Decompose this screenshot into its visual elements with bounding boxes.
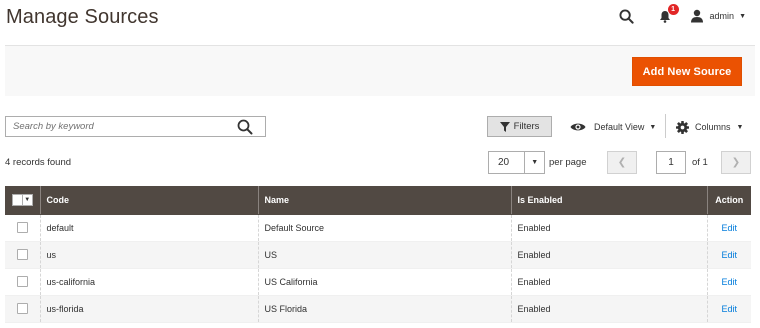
row-checkbox[interactable] [16,222,28,234]
eye-icon [570,123,586,131]
table-row: us US Enabled Edit [5,241,751,269]
grid-header-row: ▼ Code Name Is Enabled Action [5,186,751,215]
total-pages-label: of 1 [692,157,708,168]
caret-down-icon: ▼ [649,123,657,131]
search-submit-button[interactable] [237,119,253,135]
column-header-name[interactable]: Name [258,186,512,215]
notifications-button[interactable]: 1 [656,4,679,25]
row-checkbox[interactable] [16,303,28,315]
search-input[interactable] [6,117,226,136]
user-name: admin [709,11,735,21]
columns-label: Columns [695,122,731,132]
records-found-count: 4 records found [5,157,72,168]
caret-down-icon: ▼ [736,123,744,131]
next-page-button[interactable]: ❯ [721,151,751,174]
edit-link[interactable]: Edit [721,250,737,260]
mass-select-dropdown[interactable]: ▼ [11,193,33,206]
cell-code: us-california [40,268,259,296]
row-select-cell [5,214,41,242]
table-row: us-florida US Florida Enabled Edit [5,295,751,323]
cell-name: Default Source [258,214,512,242]
chevron-right-icon: ❯ [731,157,741,168]
filters-button[interactable]: Filters [487,116,552,137]
gear-icon [676,120,689,134]
caret-down-icon: ▼ [24,196,31,203]
per-page-label: per page [549,157,587,168]
row-select-cell [5,241,41,269]
mass-select-header: ▼ [5,186,41,215]
cell-code: us [40,241,259,269]
user-icon [690,9,703,23]
row-checkbox[interactable] [16,276,28,288]
sources-grid: ▼ Code Name Is Enabled Action default De… [5,186,751,323]
cell-is-enabled: Enabled [511,241,708,269]
global-search-button[interactable] [618,7,636,25]
column-header-is-enabled[interactable]: Is Enabled [511,186,708,215]
user-menu[interactable]: admin ▼ [690,9,746,23]
search-icon [619,8,634,24]
page-title: Manage Sources [6,6,159,28]
toolbar-divider [665,114,666,138]
cell-action: Edit [707,268,751,296]
cell-name: US California [258,268,512,296]
columns-dropdown[interactable]: Columns ▼ [676,119,743,135]
current-page-input[interactable] [656,151,686,174]
table-row: default Default Source Enabled Edit [5,214,751,242]
per-page-value: 20 [498,157,510,168]
mass-select-checkbox[interactable] [13,194,23,205]
header-actions: 1 admin ▼ [618,4,746,26]
cell-is-enabled: Enabled [511,214,708,242]
edit-link[interactable]: Edit [721,304,737,314]
cell-is-enabled: Enabled [511,268,708,296]
add-new-source-button[interactable]: Add New Source [632,57,742,86]
cell-code: default [40,214,259,242]
keyword-search [5,116,266,137]
per-page-select[interactable]: 20 ▼ [488,151,545,174]
default-view-label: Default View [594,122,645,132]
cell-action: Edit [707,241,751,269]
cell-action: Edit [707,295,751,323]
column-header-action: Action [707,186,751,215]
cell-action: Edit [707,214,751,242]
filters-label: Filters [513,121,540,132]
cell-is-enabled: Enabled [511,295,708,323]
edit-link[interactable]: Edit [721,223,737,233]
row-select-cell [5,295,41,323]
notification-count-badge: 1 [667,4,679,15]
page-actions-bar: Add New Source [5,45,755,96]
previous-page-button[interactable]: ❮ [607,151,637,174]
caret-down-icon[interactable]: ▼ [524,152,544,173]
table-row: us-california US California Enabled Edit [5,268,751,296]
column-header-code[interactable]: Code [40,186,259,215]
row-select-cell [5,268,41,296]
cell-name: US Florida [258,295,512,323]
edit-link[interactable]: Edit [721,277,737,287]
funnel-icon [499,121,510,132]
caret-down-icon: ▼ [739,12,746,20]
default-view-dropdown[interactable]: Default View ▼ [570,119,656,135]
row-checkbox[interactable] [16,249,28,261]
cell-code: us-florida [40,295,259,323]
chevron-left-icon: ❮ [617,157,627,168]
cell-name: US [258,241,512,269]
search-icon [237,119,253,135]
